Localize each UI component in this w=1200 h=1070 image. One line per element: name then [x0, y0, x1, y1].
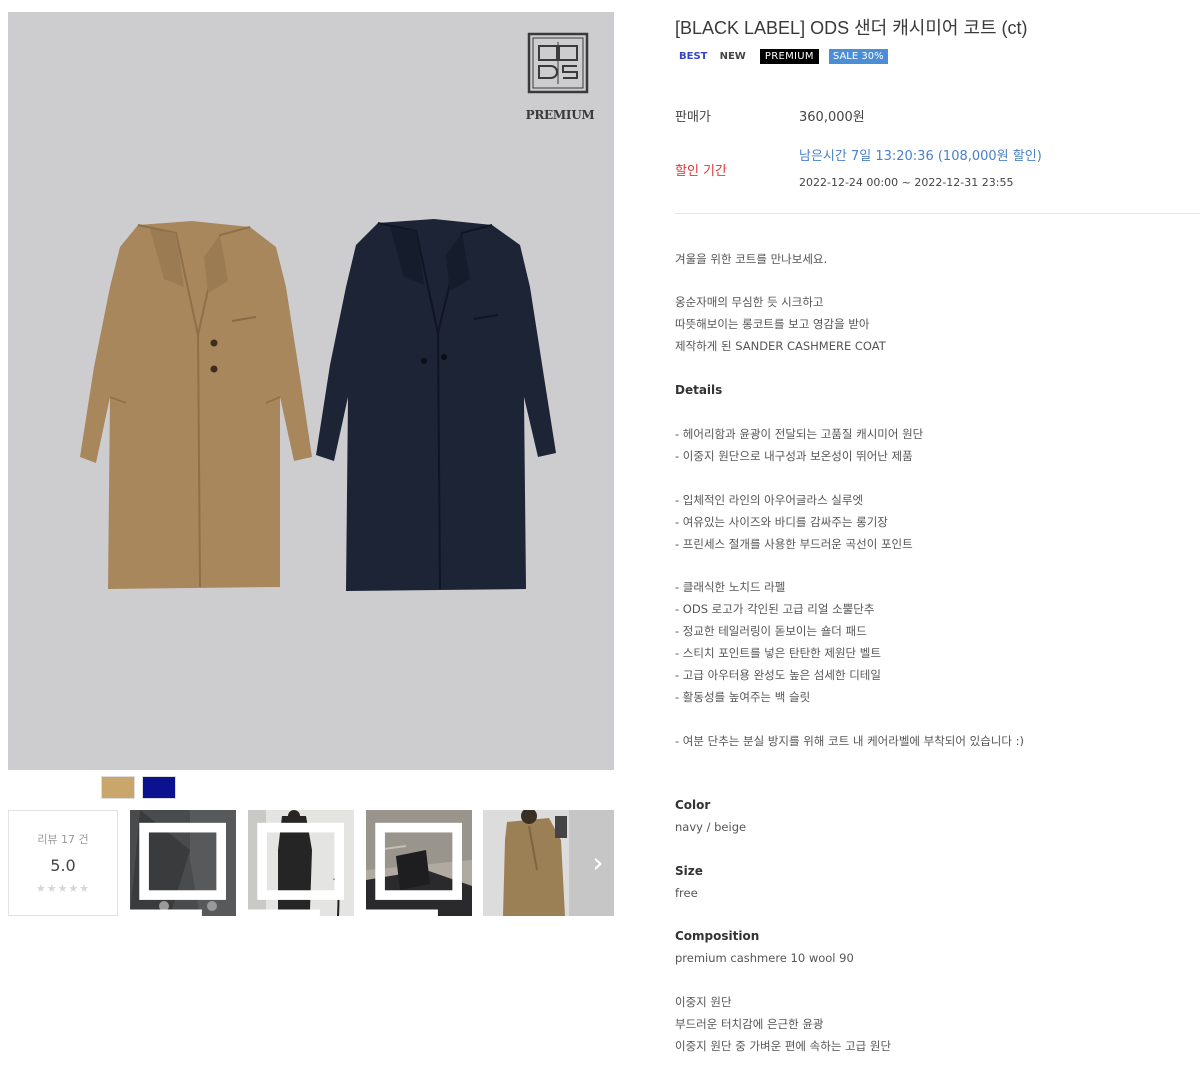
- details-line: - 클래식한 노치드 라펠: [675, 580, 786, 594]
- description-story-line: 제작하게 된 SANDER CASHMERE COAT: [675, 339, 886, 353]
- size-heading: Size: [675, 864, 703, 878]
- multi-image-icon: [248, 822, 344, 916]
- details-line: - 활동성를 높여주는 백 슬릿: [675, 690, 811, 704]
- price-label: 판매가: [675, 110, 711, 125]
- review-count: 리뷰 17 건: [37, 833, 89, 846]
- sale-period-dates: 2022-12-24 00:00 ~ 2022-12-31 23:55: [799, 176, 1014, 189]
- badge-best: BEST: [679, 51, 708, 62]
- review-stars: ★★★★★: [35, 882, 91, 895]
- review-score: 5.0: [50, 856, 76, 875]
- description-story-line: 따뜻해보이는 롱코트를 보고 영감을 받아: [675, 317, 870, 331]
- details-line: - 여유있는 사이즈와 바디를 감싸주는 롱기장: [675, 515, 888, 529]
- badge-sale: SALE 30%: [828, 49, 888, 64]
- details-note: - 여분 단추는 분실 방지를 위해 코트 내 케어라벨에 부착되어 있습니다 …: [675, 734, 1024, 748]
- details-line: - 이중지 원단으로 내구성과 보온성이 뛰어난 제품: [675, 449, 913, 463]
- size-value: free: [675, 886, 698, 900]
- sale-remaining-time: 남은시간 7일 13:20:36 (108,000원 할인): [799, 149, 1042, 164]
- composition-heading: Composition: [675, 929, 760, 943]
- brand-sub-label: PREMIUM: [525, 108, 595, 122]
- product-title: [BLACK LABEL] ODS 샌더 캐시미어 코트 (ct): [675, 18, 1028, 38]
- details-heading: Details: [675, 383, 723, 397]
- review-thumbnail[interactable]: [248, 810, 354, 916]
- badge-new: NEW: [719, 51, 746, 62]
- product-badges: BEST NEW PREMIUM SALE 30%: [679, 49, 893, 64]
- review-thumbnail[interactable]: [130, 810, 236, 916]
- multi-image-icon: [366, 822, 462, 916]
- multi-image-icon: [130, 822, 226, 916]
- details-line: - 정교한 테일러링이 돋보이는 숄더 패드: [675, 624, 867, 638]
- description-story-line: 옹순자매의 무심한 듯 시크하고: [675, 295, 824, 309]
- price-value: 360,000원: [799, 110, 865, 125]
- details-line: - 스티치 포인트를 넣은 탄탄한 제원단 벨트: [675, 646, 881, 660]
- details-line: - 프린세스 절개를 사용한 부드러운 곡선이 포인트: [675, 537, 913, 551]
- divider: [675, 213, 1200, 214]
- details-line: - 헤어리함과 윤광이 전달되는 고품질 캐시미어 원단: [675, 427, 924, 441]
- brand-logo: [527, 32, 589, 94]
- navy-coat-image: [316, 219, 556, 591]
- product-main-image[interactable]: PREMIUM: [8, 12, 614, 770]
- swatch-navy[interactable]: [142, 776, 176, 799]
- details-line: - 고급 아우터용 완성도 높은 섬세한 디테일: [675, 668, 881, 682]
- sale-period-label: 할인 기간: [675, 164, 727, 179]
- fabric-note: 이중지 원단: [675, 995, 732, 1009]
- beige-coat-image: [80, 221, 312, 589]
- swatch-beige[interactable]: [101, 776, 135, 799]
- description-intro: 겨울을 위한 코트를 만나보세요.: [675, 252, 828, 266]
- color-heading: Color: [675, 798, 711, 812]
- details-line: - ODS 로고가 각인된 고급 리얼 소뿔단추: [675, 602, 875, 616]
- review-summary[interactable]: 리뷰 17 건 5.0 ★★★★★: [8, 810, 118, 916]
- details-line: - 입체적인 라인의 아우어글라스 실루엣: [675, 493, 864, 507]
- fabric-note: 이중지 원단 중 가벼운 편에 속하는 고급 원단: [675, 1039, 892, 1053]
- fabric-note: 부드러운 터치감에 은근한 윤광: [675, 1017, 824, 1031]
- color-value: navy / beige: [675, 820, 747, 834]
- review-thumbnail[interactable]: [366, 810, 472, 916]
- badge-premium: PREMIUM: [759, 49, 819, 64]
- chevron-right-icon[interactable]: ›: [585, 845, 611, 881]
- composition-value: premium cashmere 10 wool 90: [675, 951, 854, 965]
